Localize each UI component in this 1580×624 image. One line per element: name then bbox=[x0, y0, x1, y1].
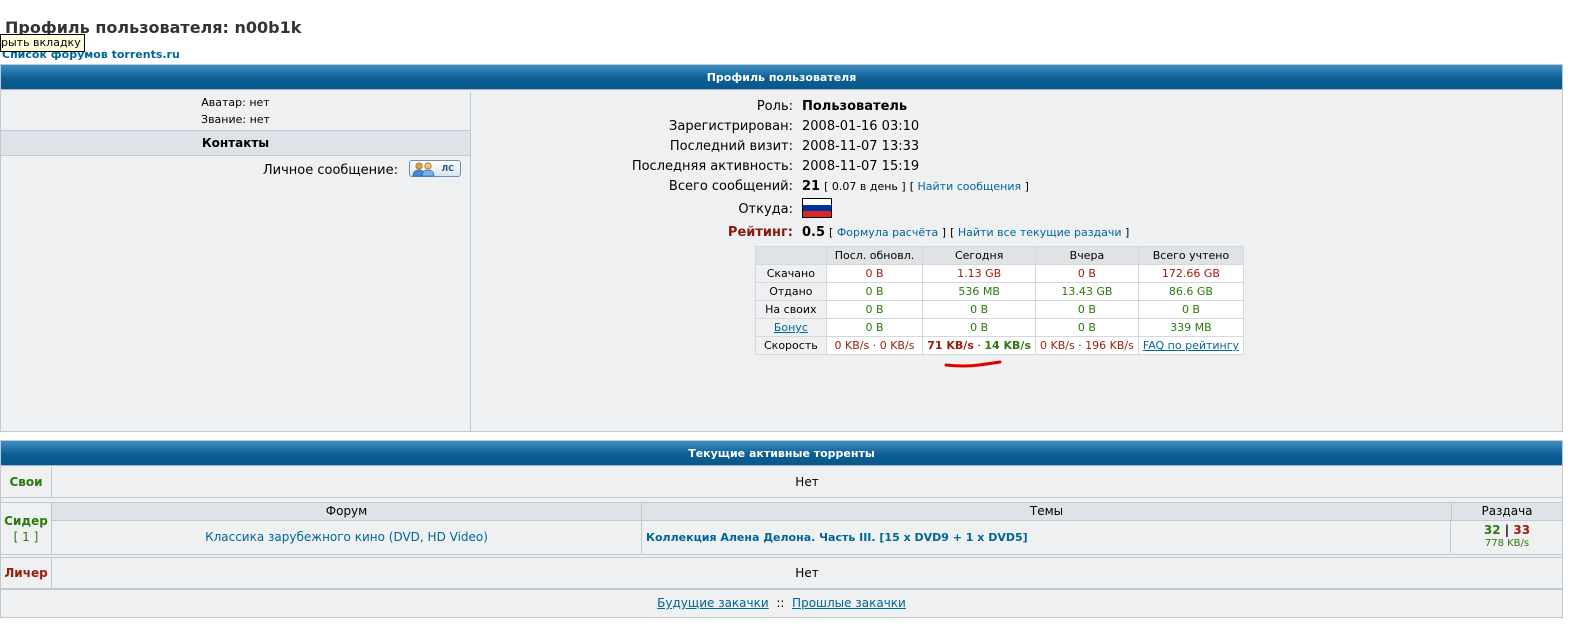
past-downloads-link[interactable]: Прошлые закачки bbox=[792, 596, 906, 610]
profile-panel: Профиль пользователя Аватар: нет Звание:… bbox=[0, 64, 1563, 432]
rating-formula-link[interactable]: Формула расчёта bbox=[837, 226, 938, 239]
pm-button[interactable]: ЛС bbox=[409, 160, 461, 177]
stats-cell: 0 B bbox=[922, 300, 1036, 319]
stats-row-label: На своих bbox=[755, 300, 827, 319]
posts-per-day: 0.07 в день bbox=[831, 179, 898, 193]
role-value: Пользователь bbox=[802, 98, 908, 114]
stats-cell: 536 MB bbox=[922, 282, 1036, 301]
seeders-count: 32 bbox=[1483, 523, 1501, 537]
people-icon bbox=[412, 162, 435, 177]
last-visit-value: 2008-11-07 13:33 bbox=[802, 138, 920, 154]
leecher-row: Личер Нет bbox=[1, 557, 1562, 589]
stats-cell: 0 B bbox=[1035, 300, 1139, 319]
bonus-link[interactable]: Бонус bbox=[774, 321, 808, 334]
stats-table: Посл. обновл. Сегодня Вчера Всего учтено… bbox=[755, 246, 1245, 355]
topic-link[interactable]: Коллекция Алена Делона. Часть III. [15 x… bbox=[646, 531, 1028, 544]
stats-row-label: Отдано bbox=[755, 282, 827, 301]
speed-today-up: 14 KB/s bbox=[984, 339, 1031, 352]
stats-cell: 0 B bbox=[1137, 300, 1245, 319]
last-activity-label: Последняя активность: bbox=[631, 158, 793, 174]
find-seeding-link[interactable]: Найти все текущие раздачи bbox=[958, 226, 1122, 239]
speed-today-sep: · bbox=[973, 339, 985, 352]
stats-cell: 0 B bbox=[1035, 264, 1139, 283]
seeder-label: Сидер bbox=[4, 513, 48, 528]
footer-sep: :: bbox=[776, 596, 785, 610]
red-underline-mark bbox=[944, 360, 1002, 368]
stats-cell: 0 B bbox=[825, 282, 924, 301]
col-topics: Темы bbox=[642, 503, 1452, 521]
from-label: Откуда: bbox=[738, 202, 793, 217]
posts-count: 21 bbox=[802, 178, 821, 194]
last-activity-value: 2008-11-07 15:19 bbox=[802, 158, 920, 174]
future-downloads-link[interactable]: Будущие закачки bbox=[657, 596, 769, 610]
contacts-header: Контакты bbox=[1, 130, 470, 156]
faq-rating-link[interactable]: FAQ по рейтингу bbox=[1143, 339, 1239, 352]
speed-today: 71 KB/s · 14 KB/s bbox=[922, 336, 1036, 355]
stats-cell: 172.66 GB bbox=[1137, 264, 1245, 283]
stats-row-bonus: Бонус 0 B 0 B 0 B 339 MB bbox=[755, 318, 1245, 337]
stats-row-speed: Скорость 0 KB/s · 0 KB/s 71 KB/s · 14 KB… bbox=[755, 336, 1245, 355]
rating-value-group: 0.5 [ Формула расчёта ] [ Найти все теку… bbox=[802, 224, 1130, 240]
speed-today-down: 71 KB/s bbox=[927, 339, 974, 352]
speed-yesterday: 0 KB/s · 196 KB/s bbox=[1035, 336, 1139, 355]
rank-text: Звание: нет bbox=[201, 113, 270, 126]
stats-header-empty bbox=[755, 246, 827, 265]
seeder-row: Сидер [ 1 ] Форум Темы Раздача Классика … bbox=[1, 502, 1562, 555]
rating-value: 0.5 bbox=[802, 224, 826, 240]
pm-label: Личное сообщение: bbox=[262, 163, 398, 178]
stats-cell: 0 B bbox=[825, 318, 924, 337]
stats-cell: 0 B bbox=[1035, 318, 1139, 337]
posts-value-group: 21 [ 0.07 в день ] [ Найти сообщения ] bbox=[802, 178, 1029, 194]
stats-cell: 13.43 GB bbox=[1035, 282, 1139, 301]
find-posts-link[interactable]: Найти сообщения bbox=[918, 180, 1022, 193]
leecher-value: Нет bbox=[52, 558, 1562, 588]
torrents-header: Текущие активные торренты bbox=[1, 441, 1562, 466]
seeder-label-group: Сидер [ 1 ] bbox=[1, 503, 52, 554]
stats-row-label: Скачано bbox=[755, 264, 827, 283]
russia-flag-icon bbox=[802, 198, 832, 218]
leechers-count: 33 bbox=[1513, 523, 1531, 537]
stats-cell: 1.13 GB bbox=[922, 264, 1036, 283]
seeder-count: [ 1 ] bbox=[13, 529, 39, 544]
own-label: Свои bbox=[1, 467, 52, 497]
forum-link-classic[interactable]: Классика зарубежного кино (DVD, HD Video… bbox=[205, 530, 488, 544]
profile-header: Профиль пользователя bbox=[1, 65, 1562, 90]
torrents-footer: Будущие закачки :: Прошлые закачки bbox=[1, 589, 1562, 617]
col-seeding: Раздача bbox=[1452, 503, 1562, 521]
stats-cell: 339 MB bbox=[1137, 318, 1245, 337]
stats-row-downloaded: Скачано 0 B 1.13 GB 0 B 172.66 GB bbox=[755, 264, 1245, 283]
stats-header-today: Сегодня bbox=[922, 246, 1036, 265]
stats-cell: 0 B bbox=[825, 300, 924, 319]
role-label: Роль: bbox=[756, 98, 793, 114]
stats-header-last: Посл. обновл. bbox=[825, 246, 924, 265]
col-forum: Форум bbox=[52, 503, 642, 521]
profile-right-column: Роль: Пользователь Зарегистрирован: 2008… bbox=[471, 92, 1562, 431]
stats-row-label: Скорость bbox=[755, 336, 827, 355]
registered-value: 2008-01-16 03:10 bbox=[802, 118, 920, 134]
rating-label: Рейтинг: bbox=[727, 224, 793, 240]
registered-label: Зарегистрирован: bbox=[669, 118, 793, 134]
stats-header-total: Всего учтено bbox=[1137, 246, 1245, 265]
stats-cell: 0 B bbox=[922, 318, 1036, 337]
speed-last: 0 KB/s · 0 KB/s bbox=[825, 336, 924, 355]
leecher-label: Личер bbox=[1, 558, 52, 588]
torrents-panel: Текущие активные торренты Свои Нет Сидер… bbox=[0, 440, 1563, 618]
profile-left-column: Аватар: нет Звание: нет Контакты Личное … bbox=[1, 92, 471, 431]
stats-row-own: На своих 0 B 0 B 0 B 0 B bbox=[755, 300, 1245, 319]
pm-button-label: ЛС bbox=[441, 164, 454, 173]
own-row: Свои Нет bbox=[1, 467, 1562, 498]
stats-cell: 0 B bbox=[825, 264, 924, 283]
avatar-text: Аватар: нет bbox=[201, 96, 270, 109]
stats-header-yesterday: Вчера bbox=[1035, 246, 1139, 265]
peers-sep: | bbox=[1500, 523, 1514, 537]
tab-tooltip: рыть вкладку bbox=[0, 34, 85, 52]
seed-speed: 778 KB/s bbox=[1484, 538, 1530, 549]
last-visit-label: Последний визит: bbox=[669, 138, 793, 154]
posts-label: Всего сообщений: bbox=[668, 178, 793, 194]
stats-cell: 86.6 GB bbox=[1137, 282, 1245, 301]
own-value: Нет bbox=[52, 467, 1562, 497]
stats-row-uploaded: Отдано 0 B 536 MB 13.43 GB 86.6 GB bbox=[755, 282, 1245, 301]
